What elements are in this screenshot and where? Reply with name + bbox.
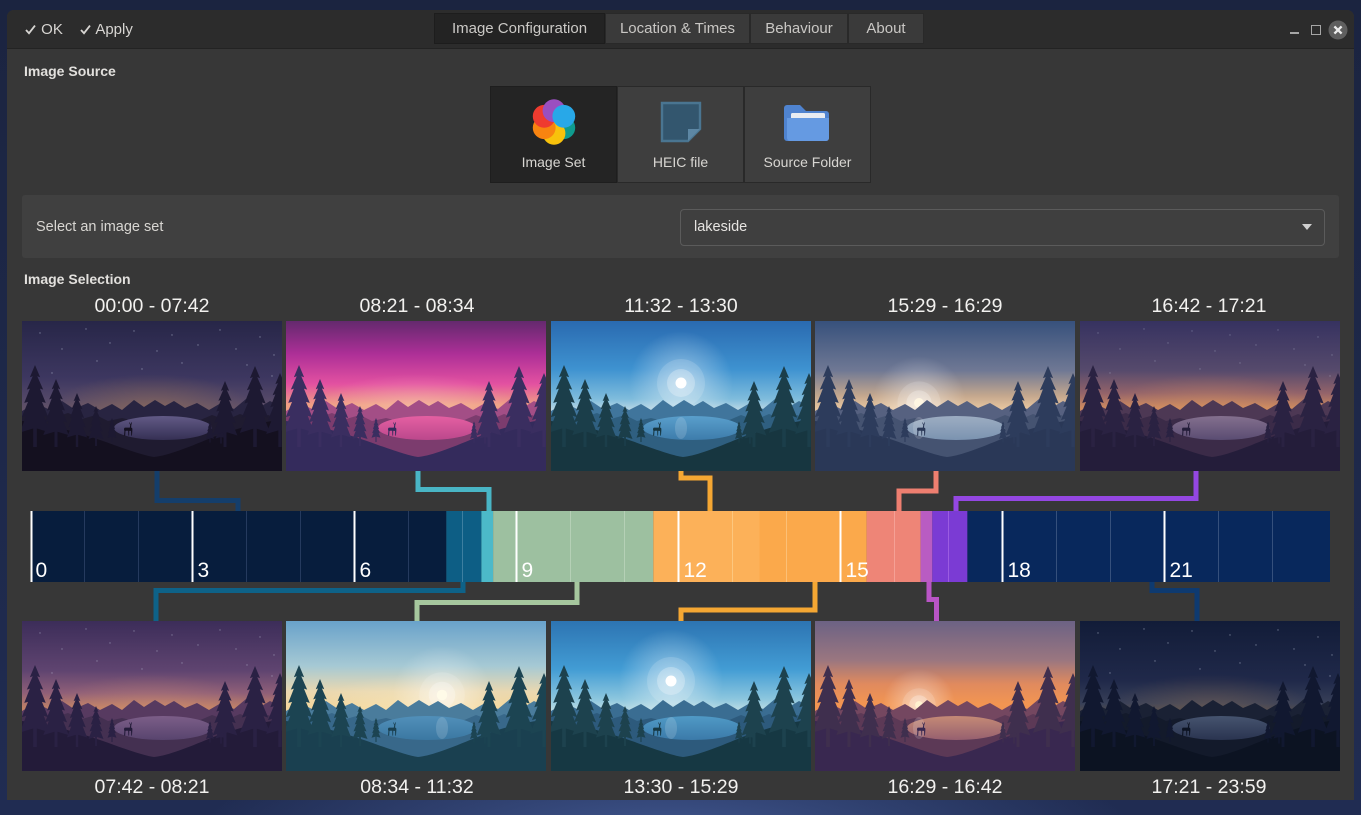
svg-text:0: 0 <box>36 559 48 582</box>
svg-text:3: 3 <box>198 559 210 582</box>
svg-text:21: 21 <box>1170 559 1193 582</box>
svg-text:9: 9 <box>522 559 534 582</box>
svg-text:6: 6 <box>360 559 372 582</box>
svg-text:18: 18 <box>1008 559 1031 582</box>
svg-text:15: 15 <box>846 559 869 582</box>
svg-text:12: 12 <box>684 559 707 582</box>
